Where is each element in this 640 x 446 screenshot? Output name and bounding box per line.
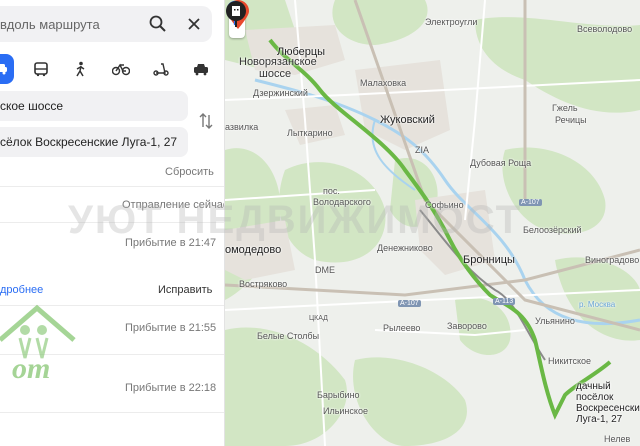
search-bar[interactable]: вдоль маршрута [0,6,212,42]
map-label: Бронницы [463,254,515,266]
svg-text:от: от [12,352,50,385]
divider [0,186,224,187]
map-label: Жуковский [380,114,435,126]
map-label: ZIA [415,145,430,155]
map-label: Денежниково [377,243,433,253]
road-label: А-107 [398,300,421,307]
map-label: Рылеево [383,323,421,333]
map-label: Малаховка [360,78,407,88]
map-label: Лыткарино [287,128,333,138]
map-label: Белоозёрский [523,225,582,235]
map-label: Заворово [447,321,487,331]
from-field[interactable]: ское шоссе [0,91,188,121]
road-label: А-107 [519,199,542,206]
map-label: Белые Столбы [257,331,320,341]
close-icon[interactable] [184,14,204,34]
swap-icon[interactable] [198,112,214,130]
map-label: Дзержинский [253,88,308,98]
map-label: Барыбино [317,390,360,400]
mode-scooter[interactable] [146,54,176,84]
map-label: Ильинское [323,406,368,416]
search-text[interactable]: вдоль маршрута [0,17,100,32]
map-label: Востряково [239,279,288,289]
to-field[interactable]: сёлок Воскресенские Луга-1, 27 [0,127,188,157]
road-label: А-113 [493,298,516,305]
road-label: ЦКАД [309,315,328,322]
map-label: Всеволодово [577,24,633,34]
map-label: Виноградово [585,255,640,265]
mode-taxi[interactable] [186,54,216,84]
details-link[interactable]: дробнее [0,284,43,296]
destination-pin-icon[interactable] [225,0,247,28]
transport-modes [0,52,224,86]
map-label: Гжель [552,103,578,113]
reset-button[interactable]: Сбросить [165,166,214,178]
scooter-icon [153,63,169,76]
fix-link[interactable]: Исправить [158,284,212,296]
arrival-time: Прибытие в 22:18 [125,382,217,394]
walk-icon [76,61,85,77]
bus-icon [34,62,48,77]
arrival-time: Прибытие в 21:55 [125,322,217,334]
map-label: шоссе [259,68,292,80]
car-icon [0,64,7,75]
map-label: азвилка [225,122,259,132]
map-label: Дубовая Роща [470,158,532,168]
mode-bus[interactable] [26,54,56,84]
mode-walk[interactable] [66,54,96,84]
map-label: Нелев [604,434,631,444]
mode-car[interactable] [0,54,14,84]
bike-icon [112,63,130,76]
river-label: р. Москва [579,300,616,309]
taxi-icon [194,64,208,76]
destination-label: дачный посёлок Воскресенские Луга-1, 27 [576,381,640,425]
map-label: DME [315,265,335,275]
map-label: пос. [323,186,340,196]
watermark-text: УЮТ НЕДВИЖИМОСТ [68,198,523,242]
search-icon[interactable] [148,14,168,34]
divider [0,412,224,413]
mode-bike[interactable] [106,54,136,84]
map-label: Никитское [548,356,592,366]
map-label: Электроугли [425,17,478,27]
map-label: омодедово [225,244,282,256]
map-label: Ульянино [535,316,575,326]
map-label: Речицы [555,115,587,125]
map-label: Новорязанское [239,56,317,68]
watermark-logo: от [0,304,76,385]
